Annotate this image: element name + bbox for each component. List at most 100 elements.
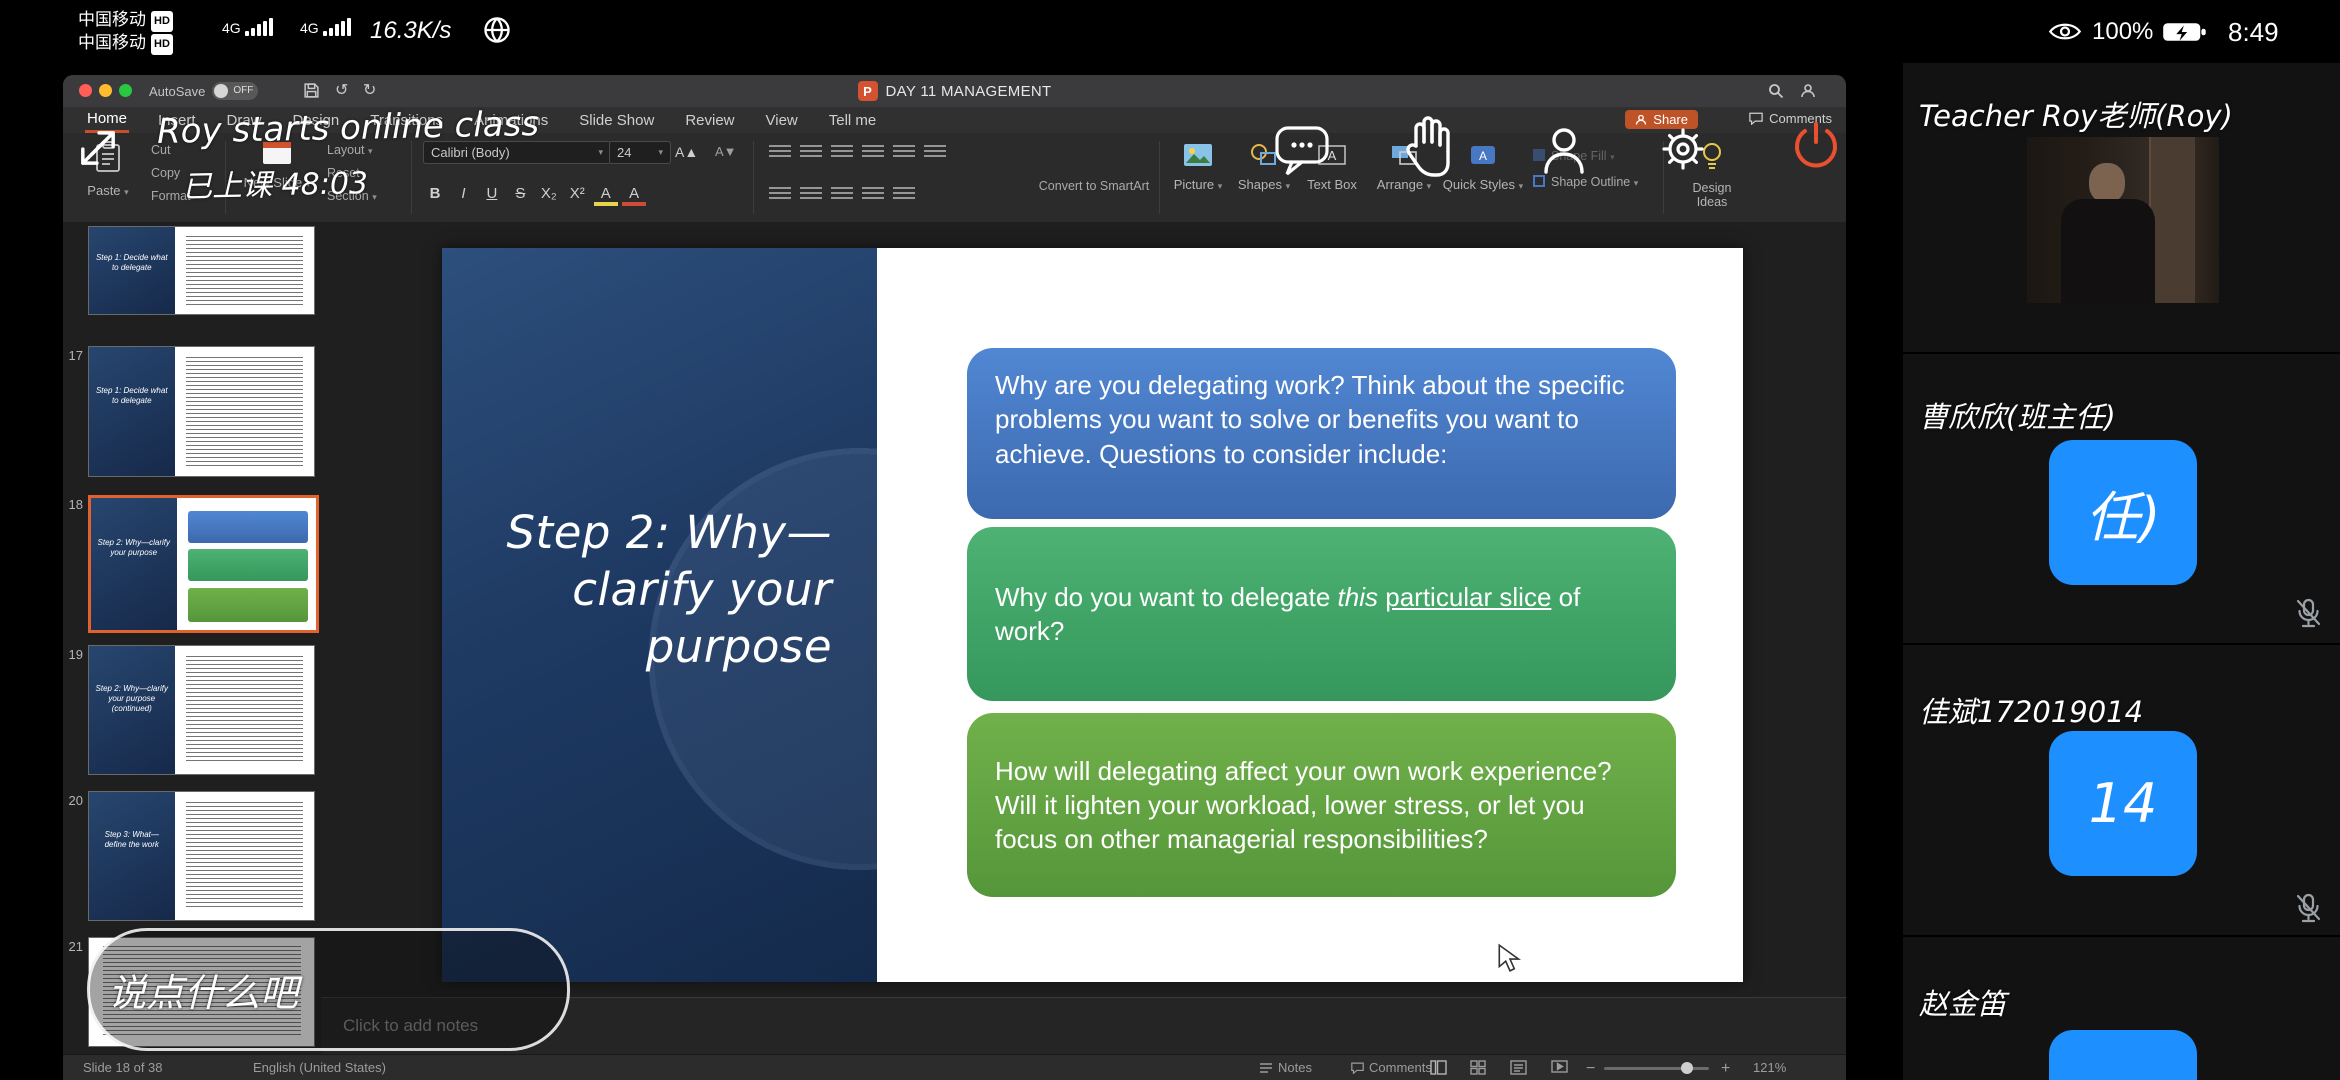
align-left-button[interactable]: [769, 187, 791, 202]
thumbnail-body: [175, 792, 315, 920]
participant-name: 赵金笛: [1919, 981, 2006, 1023]
increase-indent-button[interactable]: [862, 145, 884, 160]
zoom-slider[interactable]: [1604, 1067, 1709, 1070]
chat-input-bubble[interactable]: 说点什么吧: [87, 928, 570, 1051]
thumbnail-title: Step 1: Decide what to delegate: [94, 386, 169, 406]
align-center-button[interactable]: [800, 187, 822, 202]
close-button[interactable]: [79, 84, 92, 97]
redo-icon[interactable]: ↻: [363, 82, 376, 100]
text-direction-button[interactable]: [893, 145, 915, 160]
paragraph-row-1: [769, 145, 955, 165]
autosave-label: AutoSave: [149, 84, 205, 99]
columns-button[interactable]: [893, 187, 915, 202]
bold-button[interactable]: B: [423, 185, 447, 202]
participant-tile-3[interactable]: 佳斌172019014 14: [1903, 645, 2340, 937]
signal-group-1: 4G: [222, 18, 273, 36]
save-icon[interactable]: [303, 82, 320, 104]
power-icon[interactable]: [1786, 116, 1846, 185]
slide-thumbnail-17[interactable]: Step 1: Decide what to delegate: [88, 346, 315, 477]
eye-icon: [2048, 20, 2082, 48]
line-spacing-button[interactable]: [924, 145, 946, 160]
numbering-button[interactable]: [800, 145, 822, 160]
zoom-out-button[interactable]: −: [1586, 1060, 1595, 1078]
align-right-button[interactable]: [831, 187, 853, 202]
font-color-button[interactable]: A: [622, 185, 646, 206]
normal-view-icon[interactable]: [1430, 1060, 1447, 1075]
thumbnail-body: [175, 347, 315, 476]
participant-avatar: 任): [2049, 440, 2197, 585]
expand-arrows-icon[interactable]: [72, 122, 124, 179]
share-user-icon[interactable]: [1800, 83, 1816, 104]
search-icon[interactable]: [1768, 83, 1784, 104]
slide-canvas[interactable]: Step 2: Why— clarify your purpose Why ar…: [442, 248, 1743, 982]
participants-icon[interactable]: [1534, 118, 1594, 185]
person-body: [2061, 199, 2155, 303]
slide-thumbnail-19[interactable]: Step 2: Why—clarify your purpose (contin…: [88, 645, 315, 775]
comments-toggle-button[interactable]: Comments: [1351, 1060, 1432, 1075]
clock-time: 8:49: [2228, 17, 2279, 48]
autosave-switch[interactable]: OFF: [212, 82, 258, 100]
chat-bubble-icon[interactable]: [1272, 121, 1332, 184]
thumbnail-title: Step 2: Why—clarify your purpose (contin…: [94, 684, 169, 714]
reading-view-icon[interactable]: [1510, 1060, 1527, 1075]
thumbnail-number: 19: [63, 647, 83, 662]
shrink-font-button[interactable]: A▼: [715, 144, 737, 159]
participant-tile-teacher[interactable]: Teacher Roy老师(Roy): [1903, 63, 2340, 354]
slide-text-box-green-1[interactable]: Why do you want to delegate this particu…: [967, 527, 1676, 701]
decrease-indent-button[interactable]: [831, 145, 853, 160]
underline-button[interactable]: U: [480, 185, 504, 202]
zoom-button[interactable]: [119, 84, 132, 97]
thumbnail-title-panel: Step 1: Decide what to delegate: [89, 347, 175, 476]
mic-muted-icon[interactable]: [2295, 893, 2322, 928]
convert-to-smartart-button[interactable]: Convert to SmartArt: [1038, 179, 1150, 194]
slide-thumbnail-16[interactable]: Step 1: Decide what to delegate: [88, 226, 315, 315]
notes-toggle-button[interactable]: Notes: [1259, 1060, 1312, 1075]
picture-button[interactable]: Picture ▾: [1169, 143, 1227, 192]
person-face: [2089, 163, 2125, 203]
undo-icon[interactable]: ↺: [335, 82, 348, 100]
language-button[interactable]: English (United States): [253, 1060, 386, 1075]
video-background-door: [2149, 137, 2195, 303]
thumbnail-number: 20: [63, 793, 83, 808]
participant-tile-4[interactable]: 赵金笛: [1903, 937, 2340, 1080]
bullets-button[interactable]: [769, 145, 791, 160]
battery-percent: 100%: [2092, 18, 2153, 46]
hd-badge: HD: [151, 34, 173, 55]
slideshow-view-icon[interactable]: [1551, 1060, 1568, 1075]
participant-tile-2[interactable]: 曹欣欣(班主任) 任): [1903, 354, 2340, 645]
zoom-slider-knob[interactable]: [1681, 1062, 1693, 1074]
powerpoint-app-icon: P: [858, 81, 878, 101]
zoom-level[interactable]: 121%: [1753, 1060, 1786, 1075]
strikethrough-button[interactable]: S: [508, 185, 532, 202]
superscript-button[interactable]: X²: [565, 185, 589, 202]
paragraph-row-2: [769, 187, 924, 207]
signal-bars-icon: [323, 18, 351, 36]
settings-gear-icon[interactable]: [1652, 118, 1714, 185]
network-type-label: 4G: [222, 20, 241, 36]
raise-hand-icon[interactable]: [1398, 112, 1460, 185]
tab-review[interactable]: Review: [683, 109, 736, 132]
slide-sorter-view-icon[interactable]: [1470, 1060, 1486, 1075]
subscript-button[interactable]: X₂: [537, 185, 561, 202]
tab-slide-show[interactable]: Slide Show: [577, 109, 656, 132]
mouse-cursor: [1497, 943, 1523, 978]
slide-thumbnail-18-selected[interactable]: Step 2: Why—clarify your purpose: [88, 495, 319, 633]
highlight-color-button[interactable]: A: [594, 185, 618, 206]
justify-button[interactable]: [862, 187, 884, 202]
zoom-in-button[interactable]: +: [1721, 1060, 1730, 1078]
mic-muted-icon[interactable]: [2295, 598, 2322, 633]
battery-icon: [2162, 20, 2208, 49]
slide-thumbnail-20[interactable]: Step 3: What—define the work: [88, 791, 315, 921]
tab-view[interactable]: View: [764, 109, 800, 132]
document-title: DAY 11 MANAGEMENT: [886, 83, 1052, 100]
slide-text-box-blue[interactable]: Why are you delegating work? Think about…: [967, 348, 1676, 519]
powerpoint-status-bar: Slide 18 of 38 English (United States) N…: [63, 1054, 1846, 1080]
grow-font-button[interactable]: A▲: [675, 144, 698, 160]
tab-tell-me[interactable]: Tell me: [827, 109, 879, 132]
mini-green-box: [188, 549, 308, 581]
autosave-toggle[interactable]: AutoSave OFF: [149, 82, 258, 100]
minimize-button[interactable]: [99, 84, 112, 97]
slide-text-box-green-2[interactable]: How will delegating affect your own work…: [967, 713, 1676, 897]
font-size-dropdown[interactable]: 24▾: [609, 141, 671, 164]
italic-button[interactable]: I: [451, 185, 475, 202]
